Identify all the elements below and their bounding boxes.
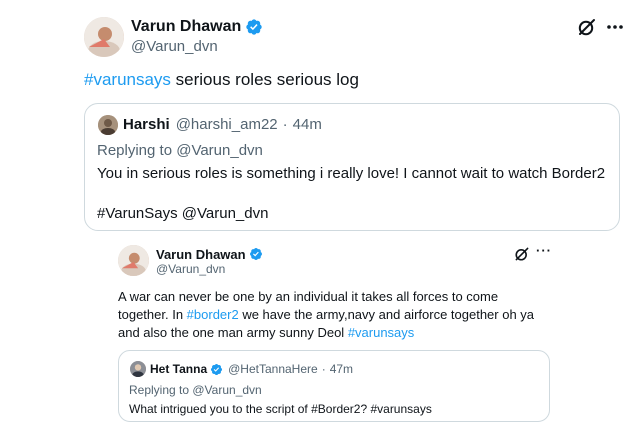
- more-icon[interactable]: [605, 17, 625, 37]
- author-row: Varun Dhawan: [131, 17, 263, 37]
- quote-text: What intrigued you to the script of #Bor…: [129, 402, 432, 416]
- quote-text-line-1: You in serious roles is something i real…: [97, 165, 606, 182]
- separator-dot: ·: [321, 362, 326, 376]
- reply-author-handle[interactable]: @Varun_dvn: [156, 262, 225, 276]
- reply-text-prefix: together. In: [118, 307, 187, 322]
- hashtag-link[interactable]: #varunsays: [348, 325, 414, 340]
- verified-badge-icon: [245, 18, 263, 36]
- replying-to-prefix: Replying to: [129, 383, 193, 397]
- avatar-image: [130, 361, 146, 377]
- avatar-image: [84, 17, 124, 57]
- reply-text: A war can never be one by an individual …: [118, 288, 534, 342]
- replying-to: Replying to @Varun_dvn: [129, 383, 262, 397]
- hashtag-link[interactable]: #border2: [187, 307, 239, 322]
- quote-time: 47m: [329, 362, 354, 376]
- replying-to-prefix: Replying to: [97, 142, 177, 159]
- verified-badge-icon: [210, 363, 223, 376]
- reply-text-line-1: A war can never be one by an individual …: [118, 289, 499, 304]
- quote-text-line-2: #VarunSays @Varun_dvn: [97, 205, 269, 222]
- replying-to: Replying to @Varun_dvn: [97, 142, 263, 159]
- separator-dot: ·: [282, 116, 288, 133]
- reply-text-suffix: we have the army,navy and airforce toget…: [238, 307, 535, 322]
- quote-header: Het Tanna @HetTannaHere · 47m: [150, 362, 353, 376]
- grok-icon[interactable]: [577, 17, 597, 37]
- reply-text-line-3: and also the one man army sunny Deol #va…: [118, 324, 534, 342]
- quote-header: Harshi @harshi_am22 · 44m: [123, 116, 322, 133]
- quoted-tweet[interactable]: Harshi @harshi_am22 · 44m Replying to @V…: [84, 103, 620, 231]
- author-handle[interactable]: @Varun_dvn: [131, 38, 218, 55]
- avatar-image: [118, 245, 149, 276]
- replying-to-handle: @Varun_dvn: [192, 383, 262, 397]
- replying-to-handle: @Varun_dvn: [176, 142, 263, 159]
- more-icon[interactable]: ···: [536, 243, 552, 258]
- reply-author-row: Varun Dhawan: [156, 246, 263, 262]
- tweet-text: #varunsays serious roles serious log: [84, 70, 359, 90]
- quote-author-handle: @harshi_am22: [175, 116, 278, 133]
- avatar[interactable]: [118, 245, 149, 276]
- tweet-text-body: serious roles serious log: [170, 70, 359, 89]
- hashtag-link[interactable]: #varunsays: [84, 70, 171, 89]
- avatar-image: [98, 115, 118, 135]
- avatar[interactable]: [84, 17, 124, 57]
- quote-time: 44m: [292, 116, 322, 133]
- quote-author-name: Het Tanna: [150, 362, 208, 376]
- quote-author-handle: @HetTannaHere: [228, 362, 318, 376]
- reply-author-name[interactable]: Varun Dhawan: [156, 247, 246, 262]
- avatar: [98, 115, 118, 135]
- reply-text-line-2: together. In #border2 we have the army,n…: [118, 306, 534, 324]
- quote-author-name: Harshi: [123, 116, 170, 133]
- author-name[interactable]: Varun Dhawan: [131, 18, 241, 36]
- avatar: [130, 361, 146, 377]
- verified-badge-icon: [249, 247, 263, 261]
- quoted-tweet[interactable]: Het Tanna @HetTannaHere · 47m Replying t…: [118, 350, 550, 422]
- grok-icon[interactable]: [514, 246, 530, 262]
- reply-text-prefix: and also the one man army sunny Deol: [118, 325, 348, 340]
